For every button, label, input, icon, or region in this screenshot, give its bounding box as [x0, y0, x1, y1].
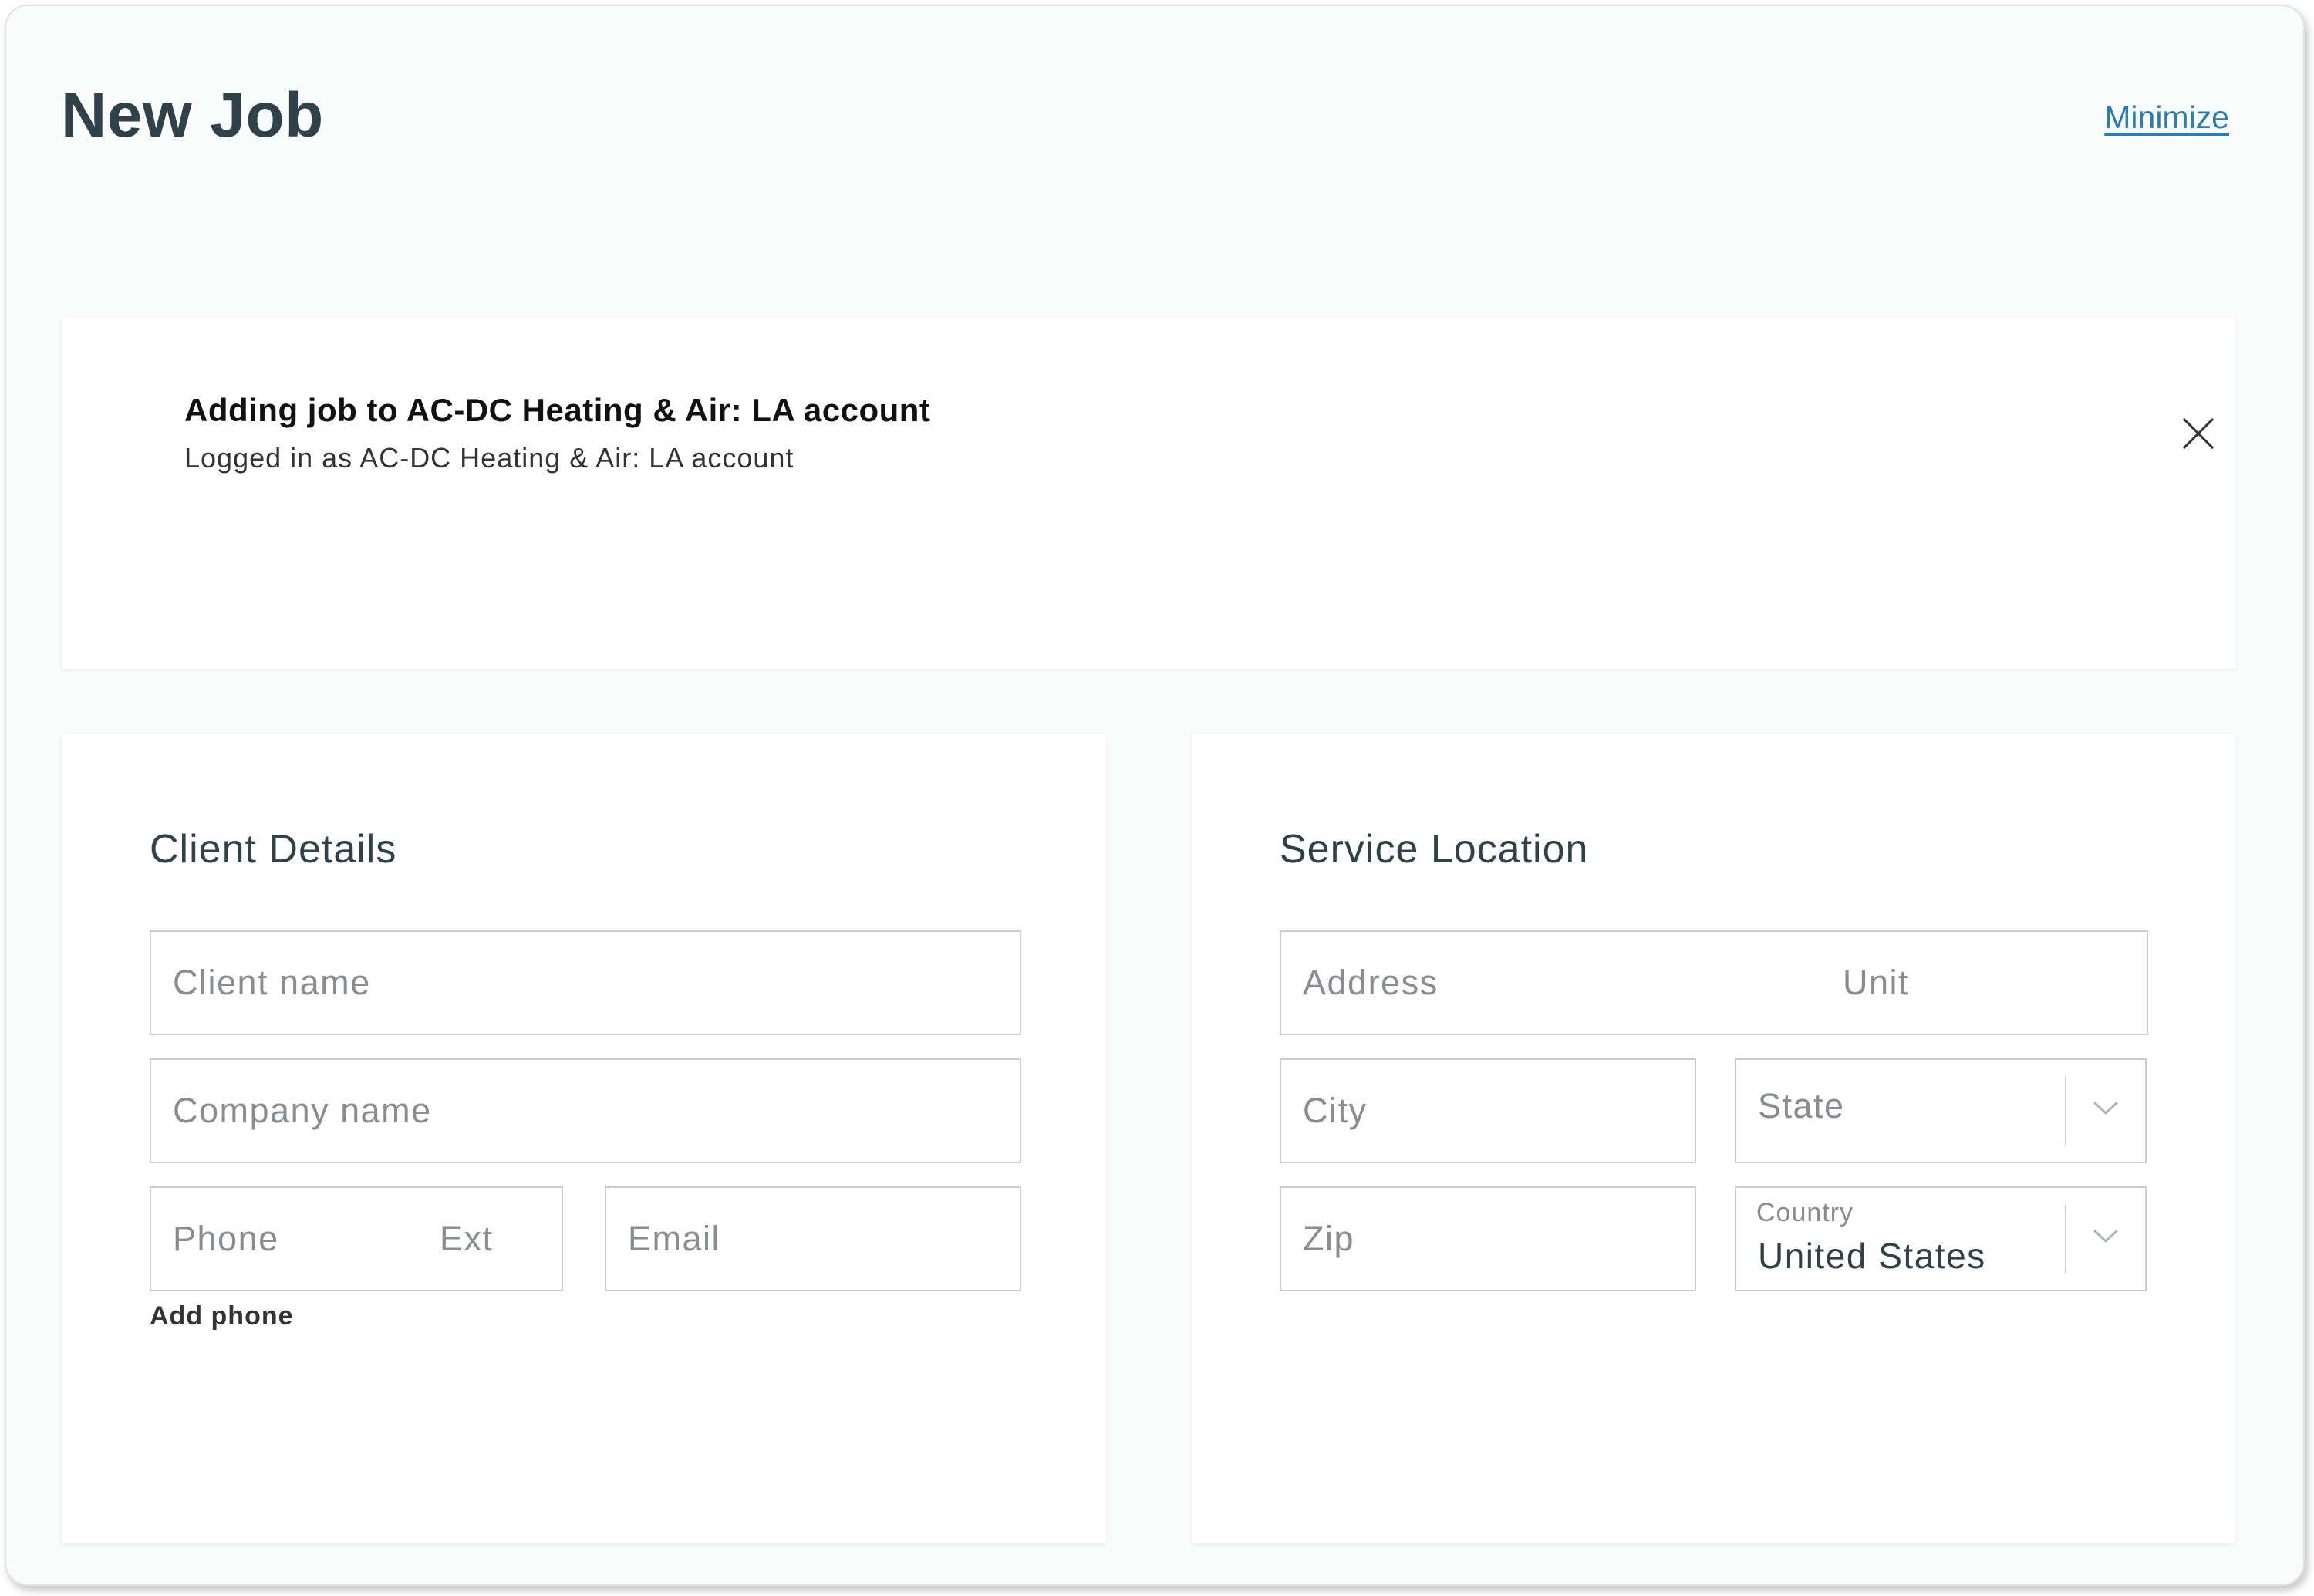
zip-field[interactable]: Zip [1280, 1186, 1696, 1291]
city-field[interactable]: City [1280, 1058, 1696, 1163]
client-name-placeholder: Client name [173, 963, 371, 1002]
unit-placeholder[interactable]: Unit [1843, 960, 1909, 1006]
banner-subtitle: Logged in as AC-DC Heating & Air: LA acc… [184, 442, 794, 474]
close-icon [2183, 418, 2214, 449]
country-select-divider [2065, 1205, 2066, 1273]
email-placeholder: Email [628, 1219, 721, 1258]
company-name-placeholder: Company name [173, 1091, 432, 1130]
service-location-title: Service Location [1280, 827, 1589, 872]
client-details-title: Client Details [150, 827, 397, 872]
country-label: Country [1756, 1198, 1854, 1227]
add-phone-button[interactable]: Add phone [150, 1299, 294, 1333]
banner-close-button[interactable] [2174, 409, 2220, 455]
address-field[interactable]: Address Unit [1280, 930, 2148, 1035]
phone-placeholder: Phone [173, 1219, 279, 1258]
zip-placeholder: Zip [1303, 1219, 1355, 1258]
minimize-link[interactable]: Minimize [2104, 96, 2229, 138]
state-select-divider [2065, 1077, 2066, 1145]
service-location-card: Service Location Address Unit City State… [1192, 734, 2235, 1543]
chevron-down-icon[interactable] [2093, 1228, 2119, 1243]
city-placeholder: City [1303, 1091, 1368, 1130]
page-title: New Job [61, 80, 324, 150]
ext-placeholder[interactable]: Ext [440, 1216, 494, 1262]
banner-title: Adding job to AC-DC Heating & Air: LA ac… [184, 392, 931, 428]
state-select[interactable]: State [1735, 1058, 2147, 1163]
state-placeholder: State [1758, 1086, 1845, 1125]
phone-field[interactable]: Phone Ext [150, 1186, 563, 1291]
country-select[interactable]: Country United States [1735, 1186, 2147, 1291]
client-name-field[interactable]: Client name [150, 930, 1021, 1035]
chevron-down-icon[interactable] [2093, 1100, 2119, 1115]
company-name-field[interactable]: Company name [150, 1058, 1021, 1163]
new-job-window: New Job Minimize Adding job to AC-DC Hea… [5, 5, 2305, 1586]
country-value: United States [1758, 1236, 1986, 1276]
client-details-card: Client Details Client name Company name … [62, 734, 1107, 1543]
email-field[interactable]: Email [605, 1186, 1021, 1291]
account-banner: Adding job to AC-DC Heating & Air: LA ac… [62, 318, 2235, 669]
address-placeholder: Address [1303, 963, 1439, 1002]
